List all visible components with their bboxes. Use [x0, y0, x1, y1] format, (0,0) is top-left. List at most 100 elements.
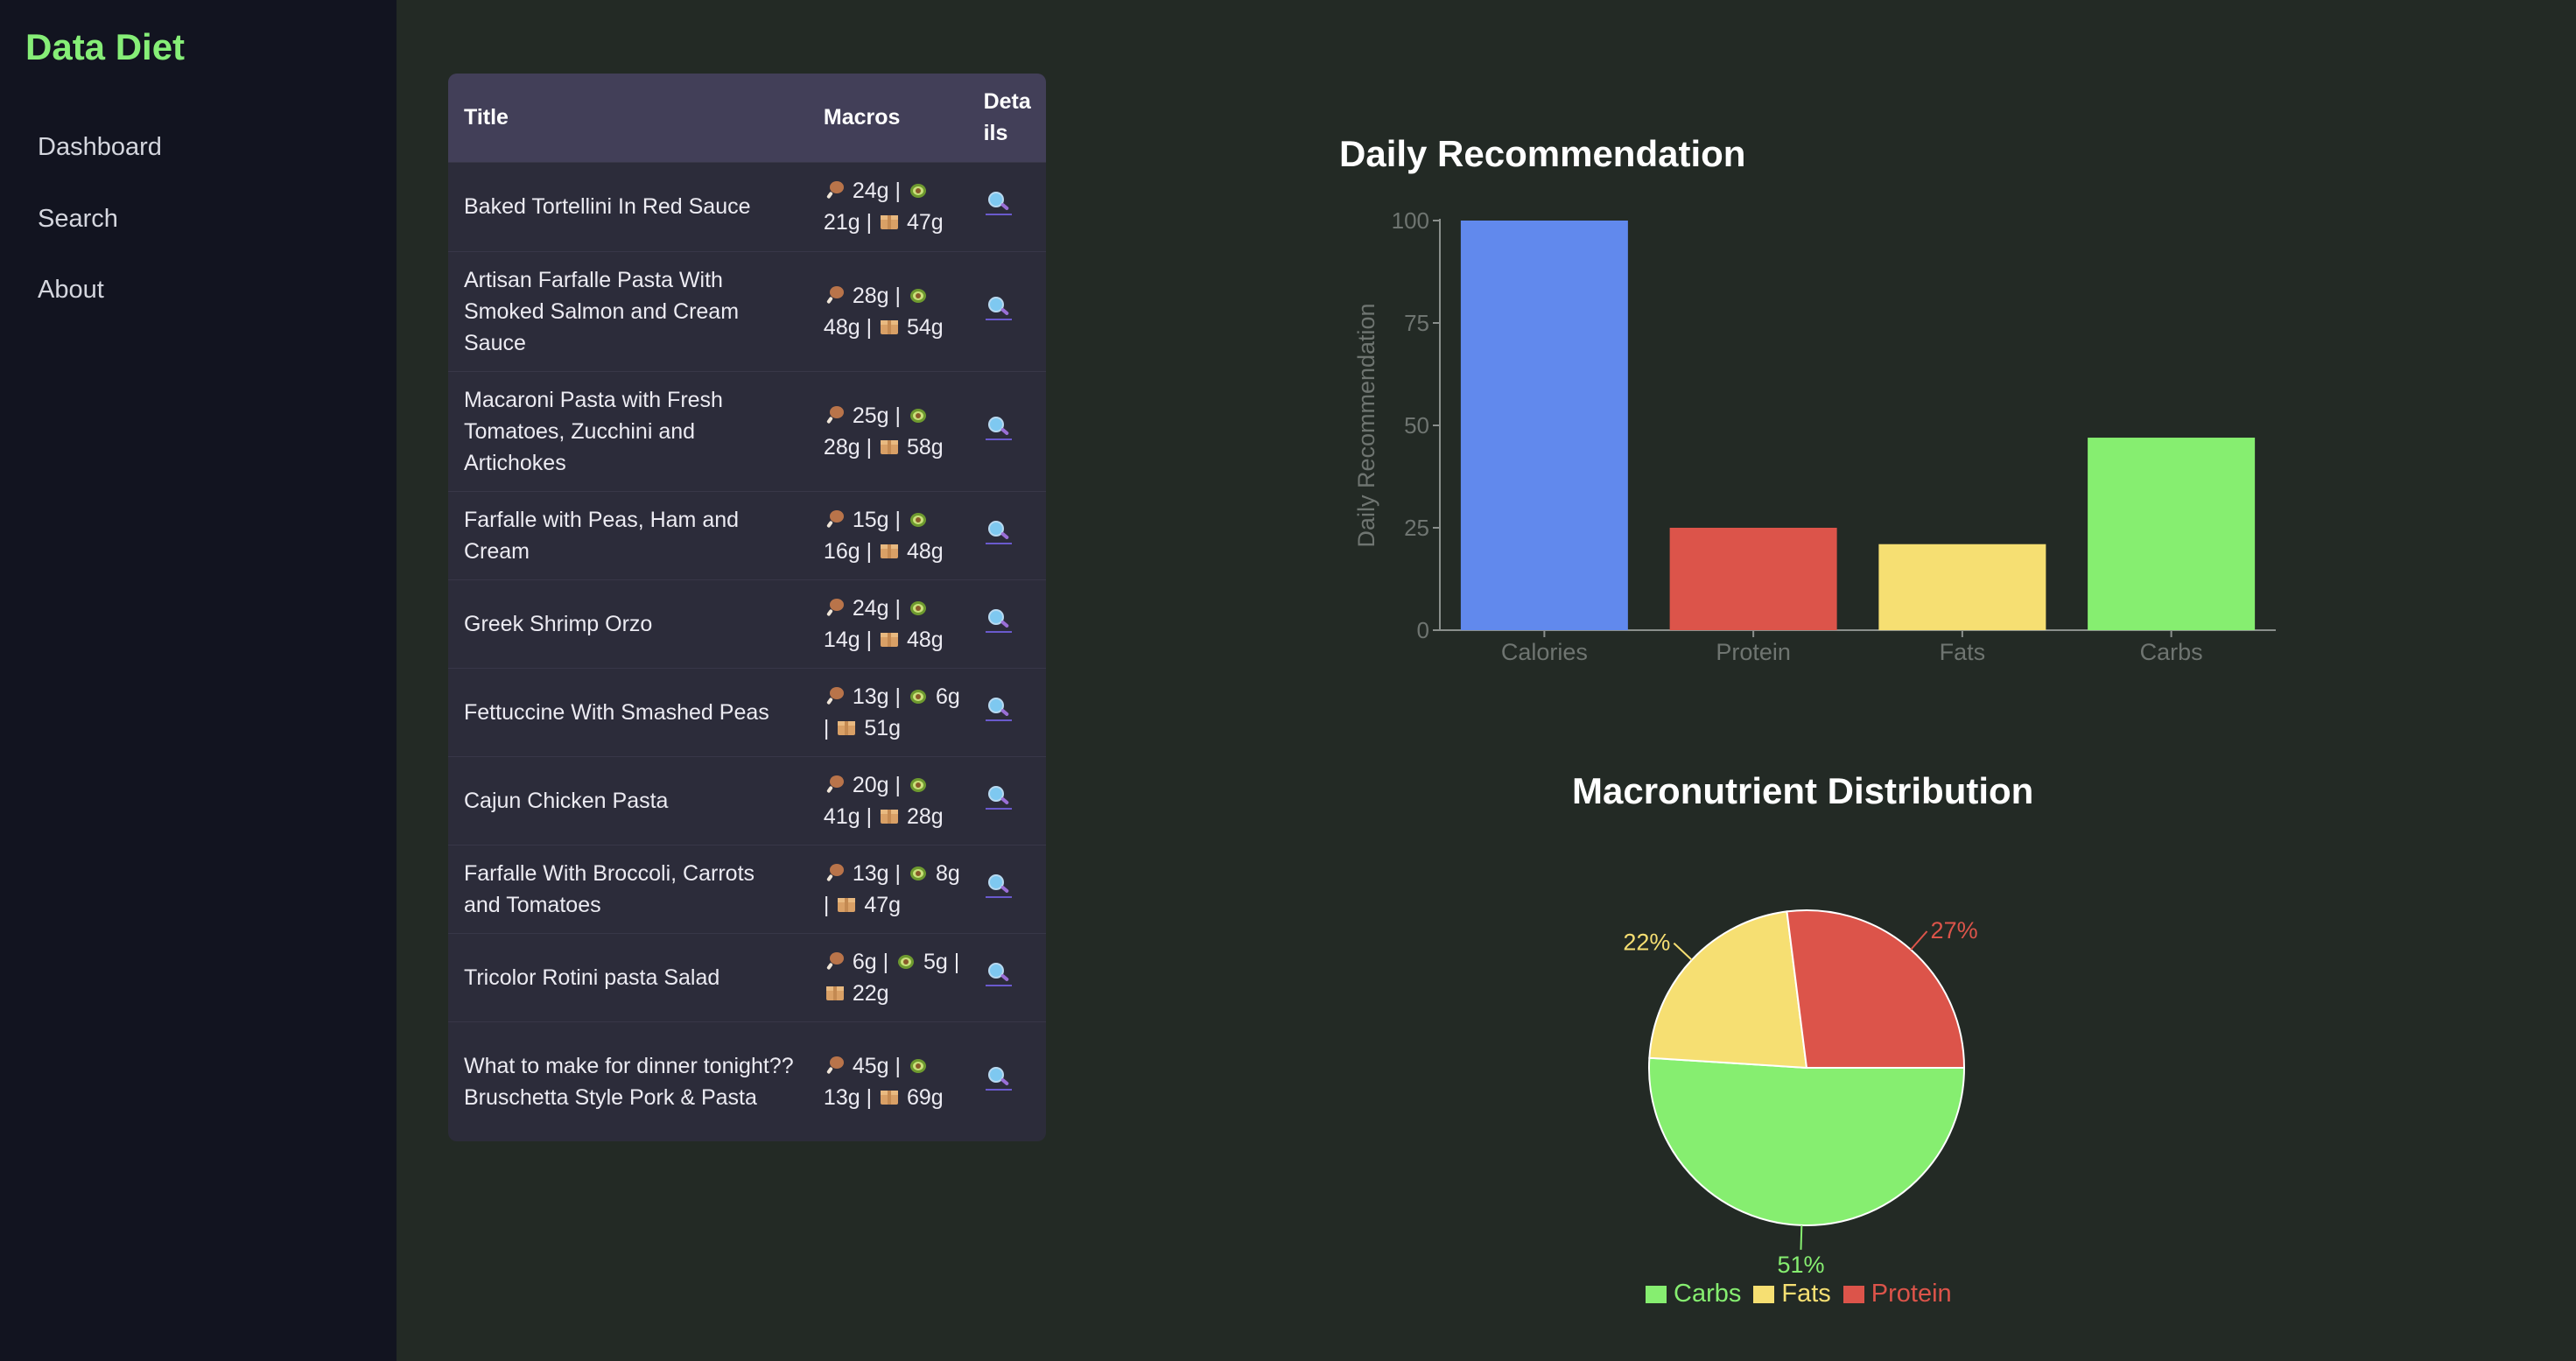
recipe-details [972, 667, 1046, 756]
protein-value: 20g [852, 772, 889, 797]
carbs-value: 51g [864, 715, 902, 740]
carbs-icon [878, 804, 901, 829]
bar-chart: 0 25 50 75 100 Daily Recommendation Calories Pr… [1353, 207, 2276, 665]
magnifier-icon[interactable] [984, 870, 1014, 900]
magnifier-icon[interactable] [984, 412, 1014, 442]
recipe-details [972, 932, 1046, 1021]
x-tick-label: Protein [1716, 639, 1791, 665]
bar-chart-title: Daily Recommendation [1339, 133, 1746, 174]
header-macros: Macros [823, 105, 901, 130]
bar-fats [1878, 544, 2046, 630]
sidebar-item-dashboard[interactable]: Dashboard [38, 133, 162, 162]
fat-value: 21g [823, 210, 860, 235]
recipe-details [972, 755, 1046, 845]
magnifier-icon[interactable] [984, 958, 1014, 988]
magnifier-icon[interactable] [984, 292, 1014, 322]
recipe-macros: 6g | 5g | 22g [809, 932, 973, 1021]
carbs-icon [835, 716, 858, 740]
fat-icon [907, 508, 930, 532]
carbs-value: 28g [906, 803, 944, 829]
bar-carbs [2088, 438, 2256, 630]
carbs-value: 48g [906, 627, 944, 652]
magnifier-icon[interactable] [984, 693, 1014, 723]
bar-protein [1669, 528, 1837, 630]
carbs-value: 47g [906, 210, 944, 235]
fat-value: 28g [823, 434, 860, 460]
recipe-details [972, 161, 1046, 251]
carbs-icon [824, 981, 846, 1006]
carbs-value: 48g [906, 538, 944, 564]
fat-icon [895, 950, 917, 974]
magnifier-icon[interactable] [984, 516, 1014, 546]
pie-value-label: 22% [1623, 930, 1670, 956]
magnifier-icon[interactable] [984, 782, 1014, 811]
recipe-details [972, 579, 1046, 668]
legend-item[interactable]: Protein [1843, 1280, 1952, 1308]
recipe-table: Title Macros Deta ils Baked Tortellini I… [448, 74, 1046, 1141]
carbs-icon [878, 1085, 901, 1110]
magnifier-icon[interactable] [984, 187, 1014, 217]
pie-slice-fats [1648, 910, 1808, 1070]
pie-value-label: 27% [1931, 917, 1978, 944]
carbs-value: 69g [906, 1084, 944, 1110]
recipe-macros: 15g | 16g | 48g [809, 490, 973, 579]
sidebar-item-search[interactable]: Search [38, 205, 118, 234]
protein-value: 13g [852, 860, 889, 886]
bar-calories [1460, 221, 1628, 630]
carbs-icon [878, 315, 901, 340]
table-row: Fettuccine With Smashed Peas 13g | 6g | … [448, 667, 1046, 756]
recipe-macros: 24g | 14g | 48g [809, 579, 973, 668]
recipe-title: Farfalle with Peas, Ham and Cream [448, 490, 810, 579]
protein-icon [824, 508, 846, 532]
recipe-macros: 25g | 28g | 58g [809, 370, 973, 491]
recipe-title: Fettuccine With Smashed Peas [448, 667, 810, 756]
protein-value: 25g [852, 403, 889, 428]
table-header-row: Title Macros Deta ils [448, 74, 1046, 162]
fat-icon [907, 284, 930, 308]
carbs-icon [878, 628, 901, 652]
pie-label-leader [1910, 930, 1928, 951]
x-tick-label: Carbs [2140, 639, 2203, 665]
recipe-details [972, 250, 1046, 371]
recipe-title: Cajun Chicken Pasta [448, 755, 810, 845]
sidebar-item-about[interactable]: About [38, 276, 104, 305]
carbs-icon [835, 893, 858, 917]
table-row: Farfalle with Peas, Ham and Cream 15g | … [448, 490, 1046, 579]
fat-value: 8g [935, 860, 960, 886]
protein-value: 24g [852, 179, 889, 203]
legend-label: Fats [1781, 1280, 1831, 1308]
pie-slice-carbs [1648, 1056, 1966, 1226]
recipe-title: What to make for dinner tonight?? Brusch… [448, 1021, 810, 1141]
table-row: Artisan Farfalle Pasta With Smoked Salmo… [448, 250, 1046, 371]
recipe-macros: 20g | 41g | 28g [809, 755, 973, 845]
fat-value: 6g [935, 684, 960, 709]
table-row: Greek Shrimp Orzo 24g | 14g | 48g [448, 579, 1046, 668]
recipe-macros: 13g | 6g | 51g [809, 667, 973, 756]
fat-value: 41g [823, 803, 860, 829]
pie-label-leader [1800, 1224, 1803, 1250]
magnifier-icon[interactable] [984, 605, 1014, 635]
protein-icon [824, 403, 846, 428]
recipe-title: Farfalle With Broccoli, Carrots and Toma… [448, 844, 810, 933]
recipe-details [972, 370, 1046, 491]
protein-value: 15g [852, 507, 889, 532]
recipe-details [972, 490, 1046, 579]
app-brand[interactable]: Data Diet [25, 26, 185, 68]
legend-item[interactable]: Fats [1753, 1280, 1831, 1308]
protein-icon [824, 284, 846, 308]
magnifier-icon[interactable] [984, 1063, 1014, 1092]
fat-value: 48g [823, 314, 860, 340]
fat-icon [907, 684, 930, 709]
x-tick-label: Fats [1940, 639, 1986, 665]
table-row: Cajun Chicken Pasta 20g | 41g | 28g [448, 755, 1046, 845]
legend-item[interactable]: Carbs [1646, 1280, 1741, 1308]
y-tick-label: 100 [1392, 207, 1429, 234]
carbs-value: 58g [906, 434, 944, 460]
legend-label: Protein [1871, 1280, 1952, 1308]
table-row: Macaroni Pasta with Fresh Tomatoes, Zucc… [448, 370, 1046, 491]
pie-label-leader [1673, 942, 1693, 961]
recipe-macros: 13g | 8g | 47g [809, 844, 973, 933]
carbs-icon [878, 435, 901, 460]
carbs-value: 22g [852, 980, 889, 1006]
x-tick-label: Calories [1501, 639, 1588, 665]
